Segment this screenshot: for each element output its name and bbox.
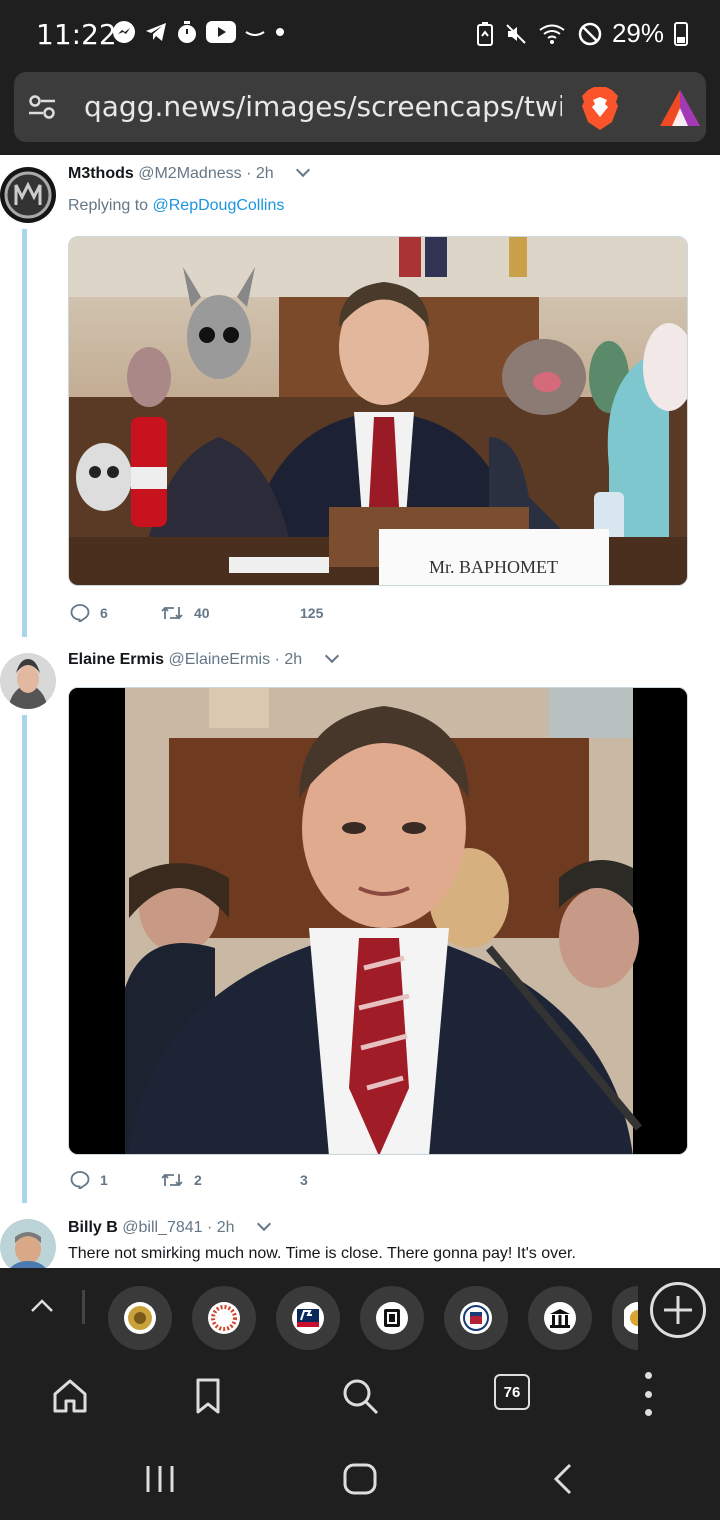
- timer-icon: [178, 21, 196, 43]
- search-icon[interactable]: [338, 1374, 382, 1418]
- hearing-photo: [69, 688, 687, 1154]
- timestamp[interactable]: · 2h: [246, 165, 274, 182]
- battery-percent: 29%: [611, 18, 664, 48]
- timestamp[interactable]: · 2h: [207, 1219, 235, 1236]
- add-tab-button[interactable]: [650, 1282, 706, 1338]
- replying-to: Replying to @RepDougCollins: [68, 197, 284, 215]
- tab-favicon[interactable]: [276, 1286, 340, 1350]
- hearing-photo: Mr. BAPHOMET: [69, 237, 687, 585]
- tab-strip: [0, 1268, 720, 1354]
- tweet-header: M3thods @M2Madness · 2h: [68, 162, 311, 183]
- reply-icon: [70, 604, 90, 622]
- handle[interactable]: @M2Madness: [138, 165, 241, 182]
- back-icon[interactable]: [550, 1462, 576, 1496]
- notification-icons: [112, 20, 286, 44]
- reply-icon: [70, 1171, 90, 1189]
- chevron-down-icon[interactable]: [256, 1216, 272, 1232]
- seal-icon: [460, 1302, 492, 1334]
- retweet-icon: [161, 606, 183, 620]
- handle[interactable]: @ElaineErmis: [169, 651, 271, 668]
- dotted-circle-icon: [208, 1302, 240, 1334]
- retweet-button[interactable]: 40: [160, 604, 300, 622]
- display-name[interactable]: Billy B: [68, 1219, 118, 1236]
- telegram-icon: [146, 23, 166, 41]
- reply-button[interactable]: 6: [70, 604, 160, 622]
- tweet-actions: 1 2 3: [70, 1171, 308, 1189]
- address-bar[interactable]: qagg.news/images/screencaps/twitte: [14, 72, 706, 142]
- fox-news-icon: [292, 1302, 324, 1334]
- brave-rewards-icon[interactable]: [658, 88, 702, 128]
- tab-favicon[interactable]: [528, 1286, 592, 1350]
- tweet-media[interactable]: [68, 687, 688, 1155]
- bookmark-icon[interactable]: [186, 1374, 230, 1418]
- timestamp[interactable]: · 2h: [275, 651, 303, 668]
- battery-saver-icon: [476, 21, 493, 46]
- battery-icon: [674, 21, 688, 46]
- home-nav-icon[interactable]: [342, 1462, 378, 1496]
- dash-icon: [245, 31, 265, 36]
- divider: [82, 1290, 85, 1324]
- replying-link[interactable]: @RepDougCollins: [153, 197, 285, 214]
- replying-prefix: Replying to: [68, 197, 149, 214]
- dnd-icon: [578, 22, 602, 45]
- tab-favicon[interactable]: [612, 1286, 638, 1350]
- display-name[interactable]: Elaine Ermis: [68, 651, 164, 668]
- brave-shields-icon[interactable]: [580, 86, 620, 130]
- chevron-down-icon[interactable]: [296, 162, 311, 178]
- tab-favicon[interactable]: [444, 1286, 508, 1350]
- tweet-actions: 6 40 125: [70, 604, 323, 622]
- retweet-icon: [161, 1173, 183, 1187]
- web-page[interactable]: M3thods @M2Madness · 2h Replying to @Rep…: [0, 155, 720, 1268]
- thread-line: [22, 229, 27, 637]
- site-settings-icon[interactable]: [28, 94, 56, 120]
- youtube-icon: [206, 21, 236, 43]
- home-icon[interactable]: [48, 1374, 92, 1418]
- status-bar: 11:22 29%: [0, 0, 720, 66]
- dot-icon: [276, 28, 284, 36]
- tweet[interactable]: Billy B @bill_7841 · 2h There not smirki…: [0, 1211, 720, 1268]
- tweet-header: Billy B @bill_7841 · 2h: [68, 1216, 272, 1237]
- avatar[interactable]: [0, 653, 56, 709]
- tab-count-button[interactable]: 76: [494, 1374, 530, 1410]
- reply-button[interactable]: 1: [70, 1171, 160, 1189]
- avatar[interactable]: [0, 1219, 56, 1268]
- display-name[interactable]: M3thods: [68, 165, 134, 182]
- chevron-down-icon[interactable]: [324, 648, 339, 664]
- reply-count: 1: [100, 1172, 108, 1188]
- reply-count: 6: [100, 605, 108, 621]
- retweet-count: 2: [194, 1172, 202, 1188]
- status-time: 11:22: [36, 18, 117, 51]
- nameplate-label: Mr. BAPHOMET: [429, 557, 558, 577]
- thread-line: [22, 715, 27, 1203]
- bottom-toolbar: 76: [0, 1354, 720, 1438]
- more-menu-icon[interactable]: [640, 1372, 656, 1416]
- tab-favicon[interactable]: [192, 1286, 256, 1350]
- avatar[interactable]: [0, 167, 56, 223]
- book-icon: [376, 1302, 408, 1334]
- messenger-icon: [113, 21, 135, 43]
- like-count[interactable]: 3: [300, 1171, 308, 1189]
- retweet-button[interactable]: 2: [160, 1171, 300, 1189]
- tweet-text: There not smirking much now. Time is clo…: [68, 1245, 576, 1262]
- gold-seal-icon: [124, 1302, 156, 1334]
- tweet-media[interactable]: Mr. BAPHOMET: [68, 236, 688, 586]
- mute-icon: [506, 23, 526, 44]
- wifi-calling-icon: [539, 24, 565, 44]
- url-text[interactable]: qagg.news/images/screencaps/twitte: [84, 90, 562, 123]
- tweet[interactable]: Elaine Ermis @ElaineErmis · 2h 1 2 3: [0, 643, 720, 1205]
- partial-icon: [624, 1302, 638, 1334]
- tweet[interactable]: M3thods @M2Madness · 2h Replying to @Rep…: [0, 155, 720, 640]
- tab-favicon[interactable]: [360, 1286, 424, 1350]
- like-count[interactable]: 125: [300, 604, 323, 622]
- handle[interactable]: @bill_7841: [122, 1219, 202, 1236]
- retweet-count: 40: [194, 605, 210, 621]
- recents-icon[interactable]: [144, 1464, 176, 1494]
- system-nav-bar: [0, 1438, 720, 1520]
- system-status: 29%: [476, 18, 688, 49]
- tab-favicon[interactable]: [108, 1286, 172, 1350]
- tweet-header: Elaine Ermis @ElaineErmis · 2h: [68, 648, 339, 669]
- chevron-up-icon[interactable]: [28, 1292, 56, 1320]
- courthouse-icon: [544, 1302, 576, 1334]
